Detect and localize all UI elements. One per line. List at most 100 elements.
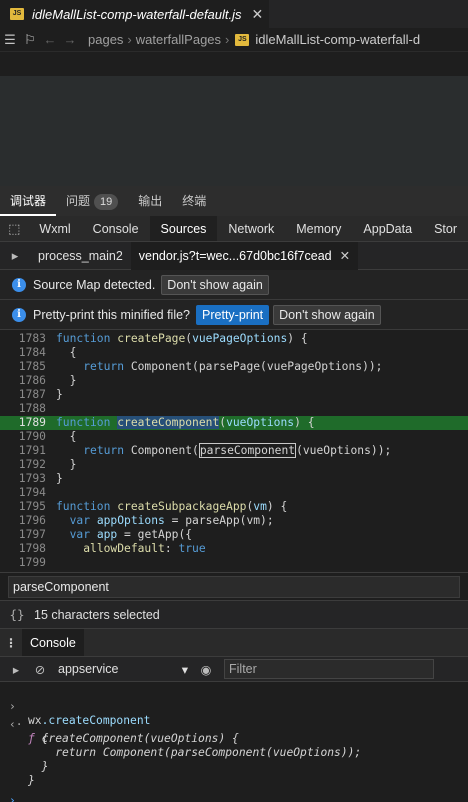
source-line: 1787} [0,388,468,402]
source-line-number: 1799 [18,556,46,569]
pretty-print-message: Pretty-print this minified file? [33,307,191,322]
tab-network[interactable]: Network [217,216,285,241]
source-line-number: 1797 [18,528,46,541]
list-icon[interactable]: ☰ [0,32,20,48]
tab-memory[interactable]: Memory [285,216,352,241]
tab-problems-label: 问题 [66,194,91,208]
source-line-number: 1795 [18,500,46,513]
close-icon[interactable]: ✕ [340,249,350,263]
source-line: 1792 } [0,458,468,472]
tab-appdata[interactable]: AppData [352,216,423,241]
source-line-code: } [56,458,77,471]
editor-line: generic:true, [0,100,468,145]
toggle-navigator-icon[interactable]: ▸ [0,248,30,264]
source-line: 1784 { [0,346,468,360]
console-line-result: { [0,718,468,745]
source-line: 1797 var app = getApp({ [0,528,468,542]
source-line-highlighted: 1789 function createComponent(vueOptions)… [0,416,468,430]
sidebar-toggle-icon[interactable]: ▸ [4,662,28,677]
editor-line: props: {item:{type:null}}, [0,124,468,169]
filter-input[interactable]: Filter [224,659,434,679]
source-line: 1793} [0,472,468,486]
console-line-result: } [0,760,468,787]
source-line-code: } [56,388,63,401]
tab-output[interactable]: 输出 [128,186,172,216]
tab-storage[interactable]: Stor [423,216,468,241]
breadcrumb-item-file[interactable]: idleMallList-comp-waterfall-d [255,32,420,47]
file-tab-vendor[interactable]: vendor.js?t=wec...67d0bc16f7cead ✕ [130,241,359,270]
source-line-code: function createPage(vuePageOptions) { [56,332,308,345]
tab-console[interactable]: Console [82,216,150,241]
tab-sources[interactable]: Sources [149,216,218,241]
source-line-code: function createSubpackageApp(vm) { [56,500,288,513]
context-select[interactable]: appservice ▾ [58,659,194,679]
editor-line: }) [0,172,468,186]
source-line: 1791 return Component(parseComponent(vue… [0,443,468,458]
editor-line: render: function(){} [0,148,468,186]
tab-debugger[interactable]: 调试器 [0,186,57,216]
console-line-result: } [0,746,468,773]
breadcrumb-item-folder[interactable]: waterfallPages [136,32,221,47]
forward-arrow-icon[interactable]: → [60,32,80,47]
pretty-print-infobar: i Pretty-print this minified file? Prett… [0,300,468,330]
editor-line: 1 [0,52,468,97]
editor-file-name: idleMallList-comp-waterfall-default.js [32,6,242,22]
js-file-icon: JS [10,8,24,20]
info-icon: i [12,307,26,322]
source-line: 1795 function createSubpackageApp(vm) { [0,500,468,514]
clear-console-icon[interactable]: ⊘ [28,662,52,677]
pretty-print-button[interactable]: Pretty-print [196,304,270,325]
source-file-tabs: ▸ process_main2 vendor.js?t=wec...67d0bc… [0,241,468,270]
source-line: 1790 { [0,430,468,444]
dont-show-again-button[interactable]: Don't show again [273,304,381,325]
inspect-element-icon[interactable]: ⬚ [0,221,28,237]
source-line-code: allowDefault: true [83,542,206,555]
tab-wxml[interactable]: Wxml [28,216,81,241]
source-line-number: 1793 [18,472,46,485]
source-line: 1785 return Component(parsePage(vuePageO… [0,360,468,374]
file-tab-process-main2[interactable]: process_main2 [30,242,131,270]
breadcrumb-separator: › [225,32,230,47]
sourcemap-message: Source Map detected. [33,277,156,292]
console-prompt-line[interactable]: › [0,780,468,802]
drawer-tab-console[interactable]: Console [22,628,84,657]
search-match-highlight: parseComponent [198,443,297,458]
source-line: 1794 [0,486,468,500]
editor-file-tab[interactable]: JS idleMallList-comp-waterfall-default.j… [0,0,270,28]
tab-problems[interactable]: 问题 19 [56,186,128,216]
close-icon[interactable]: ✕ [252,6,264,23]
source-code-view[interactable]: 1783 function createPage(vuePageOptions) … [0,330,468,570]
source-line-code: return Component(parsePage(vuePageOption… [83,360,383,373]
source-line: 1798 allowDefault: true [0,542,468,556]
file-tab-vendor-label: vendor.js?t=wec...67d0bc16f7cead [138,248,332,263]
eye-icon[interactable]: ◉ [194,662,218,677]
source-line-number: 1794 [18,486,46,499]
source-line-number: 1784 [18,346,46,359]
console-output[interactable]: › wx.createComponent ‹· ƒ createComponen… [0,682,468,802]
source-line: 1783 function createPage(vuePageOptions) … [0,332,468,346]
dont-show-again-button[interactable]: Don't show again [161,274,269,295]
source-line-number: 1790 [18,430,46,443]
bookmark-icon[interactable]: ⚐ [20,32,40,48]
code-editor[interactable]: 1 2 wx.createComponent({ generic:true, p… [0,52,468,186]
search-input[interactable] [8,575,460,598]
tab-terminal[interactable]: 终端 [172,186,216,216]
console-line-input: › wx.createComponent [0,686,468,727]
breadcrumb: ☰ ⚐ ← → pages › waterfallPages › JS idle… [0,28,468,52]
editor-line: 2 wx.createComponent({ [0,76,468,145]
more-options-icon[interactable]: ⋮ [0,636,22,650]
source-line-code: { [56,430,77,443]
breadcrumb-item-pages[interactable]: pages [88,32,123,47]
source-line-number: 1783 [18,332,46,345]
source-line: 1799 [0,556,468,570]
source-line-number: 1787 [18,388,46,401]
breadcrumb-separator: › [127,32,132,47]
search-bar [0,572,468,600]
source-line-code: { [56,346,77,359]
source-line-code: function createComponent(vueOptions) { [56,416,315,429]
pretty-print-icon[interactable]: {} [0,607,34,622]
back-arrow-icon[interactable]: ← [40,32,60,47]
source-line-number: 1792 [18,458,46,471]
source-line: 1796 var appOptions = parseApp(vm); [0,514,468,528]
js-file-icon: JS [235,33,250,46]
